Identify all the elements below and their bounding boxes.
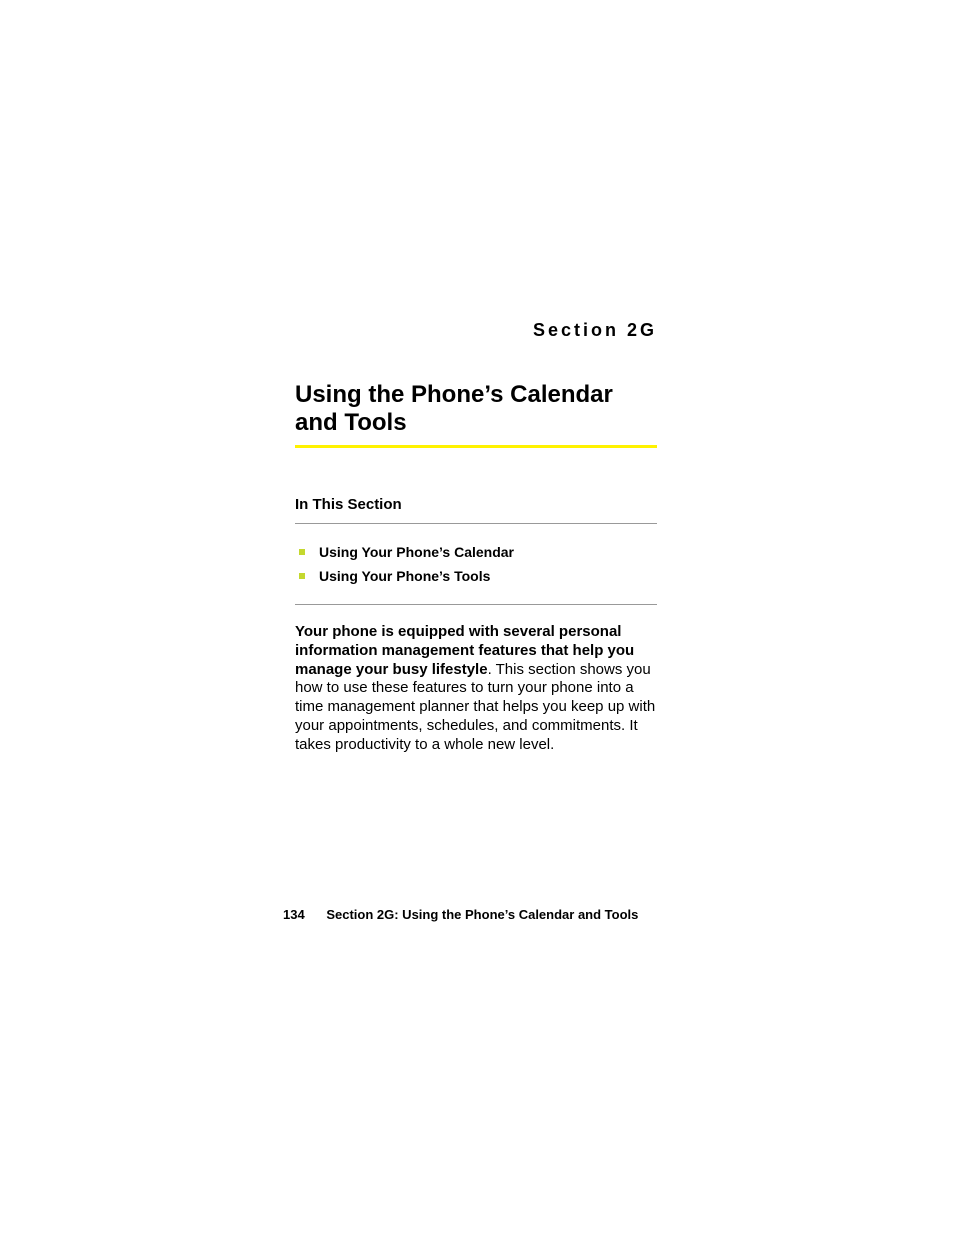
in-this-section-heading: In This Section <box>295 496 657 524</box>
bullet-icon <box>299 573 305 579</box>
bullet-icon <box>299 549 305 555</box>
section-label: Section 2G <box>295 320 657 341</box>
toc-item-label: Using Your Phone’s Tools <box>319 568 490 584</box>
page-number: 134 <box>283 907 305 922</box>
divider <box>295 604 657 605</box>
running-head: Section 2G: Using the Phone’s Calendar a… <box>326 907 638 922</box>
page-footer: 134 Section 2G: Using the Phone’s Calend… <box>283 907 638 922</box>
page-content: Section 2G Using the Phone’s Calendar an… <box>295 320 657 754</box>
toc-item: Using Your Phone’s Tools <box>295 564 657 588</box>
page-title: Using the Phone’s Calendar and Tools <box>295 381 657 448</box>
toc-item: Using Your Phone’s Calendar <box>295 540 657 564</box>
toc-item-label: Using Your Phone’s Calendar <box>319 544 514 560</box>
intro-paragraph: Your phone is equipped with several pers… <box>295 623 657 754</box>
toc-list: Using Your Phone’s Calendar Using Your P… <box>295 540 657 588</box>
